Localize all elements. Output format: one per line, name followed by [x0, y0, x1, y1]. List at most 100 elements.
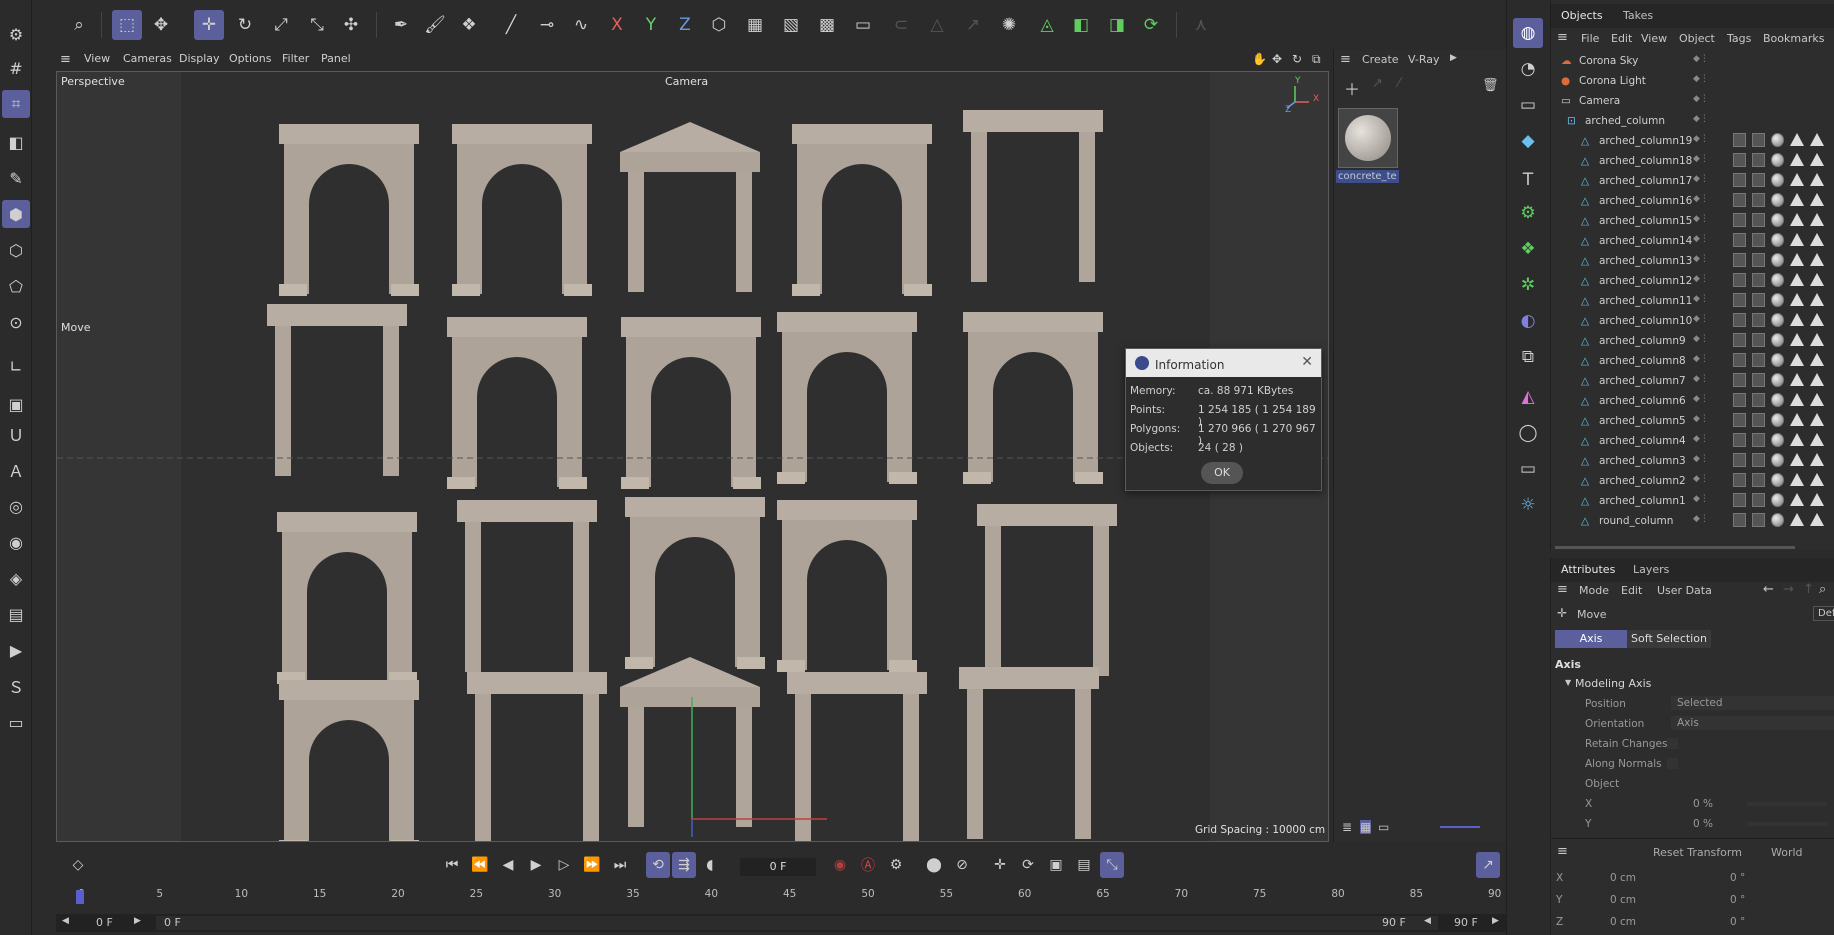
tag-icon[interactable] [1752, 313, 1765, 327]
material-name[interactable]: concrete_te [1336, 170, 1399, 183]
deformer-icon[interactable]: ⚙ [1513, 198, 1543, 228]
visibility-dots-icon[interactable]: ◆⋮ [1693, 54, 1709, 64]
tag-icon[interactable] [1810, 353, 1824, 366]
graph-icon[interactable]: ↗ [1476, 852, 1500, 878]
autokey-icon[interactable]: Ⓐ [856, 852, 880, 878]
target-icon[interactable]: ◉ [2, 528, 30, 556]
tag-icon[interactable] [1790, 213, 1804, 226]
tag-icon[interactable] [1790, 153, 1804, 166]
menu-filter[interactable]: Filter [282, 52, 309, 65]
tag-icon[interactable] [1790, 133, 1804, 146]
brush-icon[interactable]: 🖌 [420, 10, 450, 40]
null-icon[interactable]: ⧉ [1513, 342, 1543, 372]
cube2-icon[interactable]: ◨ [1102, 10, 1132, 40]
key-scale-icon[interactable]: ✛ [988, 852, 1012, 878]
object-row[interactable]: △ arched_column9 ◆⋮ [1551, 332, 1834, 352]
tag-icon[interactable] [1752, 373, 1765, 387]
visibility-dots-icon[interactable]: ◆⋮ [1693, 134, 1709, 144]
arrow-icon[interactable]: ↗ [958, 10, 988, 40]
object-name[interactable]: arched_column1 [1599, 495, 1686, 507]
tag-icon[interactable] [1733, 493, 1746, 507]
menu-view[interactable]: View [1641, 32, 1667, 45]
pan-icon[interactable]: ✥ [1272, 52, 1282, 66]
menu-view[interactable]: View [84, 52, 110, 65]
tag-icon[interactable] [1733, 253, 1746, 267]
coord-rot[interactable]: 0 ° [1730, 872, 1745, 884]
visibility-dots-icon[interactable]: ◆⋮ [1693, 254, 1709, 264]
s-logo-icon[interactable]: Ｓ [2, 672, 30, 700]
coord-pos[interactable]: 0 cm [1610, 872, 1636, 884]
person-icon[interactable]: ⋏ [1186, 10, 1216, 40]
object-row[interactable]: △ arched_column18 ◆⋮ [1551, 152, 1834, 172]
object-row[interactable]: ▭ Camera ◆⋮ [1551, 92, 1834, 112]
tag-icon[interactable] [1752, 133, 1765, 147]
visibility-dots-icon[interactable]: ◆⋮ [1693, 114, 1709, 124]
tag-icon[interactable] [1771, 373, 1784, 387]
object-row[interactable]: △ arched_column1 ◆⋮ [1551, 492, 1834, 512]
current-frame-field[interactable]: 0 F [740, 858, 816, 876]
sky-object-icon[interactable]: ◍ [1513, 18, 1543, 48]
x-axis-icon[interactable]: X [602, 10, 632, 40]
rotate-icon[interactable]: ↻ [230, 10, 260, 40]
tag-icon[interactable] [1790, 453, 1804, 466]
tag-icon[interactable] [1771, 153, 1784, 167]
tag-icon[interactable] [1810, 153, 1824, 166]
object-row[interactable]: △ arched_column13 ◆⋮ [1551, 252, 1834, 272]
menu-object[interactable]: Object [1679, 32, 1715, 45]
menu-panel[interactable]: Panel [321, 52, 351, 65]
object-name[interactable]: arched_column19 [1599, 135, 1692, 147]
menu-create[interactable]: Create [1362, 53, 1399, 66]
object-name[interactable]: arched_column9 [1599, 335, 1686, 347]
tag-icon[interactable] [1771, 213, 1784, 227]
object-row[interactable]: △ arched_column6 ◆⋮ [1551, 392, 1834, 412]
material-swatch[interactable] [1338, 108, 1398, 168]
coord-pos[interactable]: 0 cm [1610, 916, 1636, 928]
tag-icon[interactable] [1790, 493, 1804, 506]
tag-icon[interactable] [1790, 313, 1804, 326]
object-tags[interactable] [1733, 353, 1824, 367]
tag-icon[interactable] [1752, 393, 1765, 407]
object-tags[interactable] [1733, 153, 1824, 167]
object-name[interactable]: arched_column10 [1599, 315, 1692, 327]
lock-icon[interactable]: ⊂ [886, 10, 916, 40]
tag-icon[interactable] [1752, 233, 1765, 247]
polygon-mode-icon[interactable]: ◧ [2, 128, 30, 156]
autokey-mode-icon[interactable]: ⇶ [672, 852, 696, 878]
search-icon[interactable]: ⌕ [64, 10, 94, 40]
trash-icon[interactable]: 🗑 [1482, 78, 1499, 93]
hamburger-icon[interactable]: ≡ [60, 52, 71, 67]
points-mode-icon[interactable]: ⬡ [2, 236, 30, 264]
tag-icon[interactable] [1790, 473, 1804, 486]
tab-takes[interactable]: Takes [1623, 9, 1653, 22]
tag-icon[interactable] [1733, 153, 1746, 167]
model-mode-icon[interactable]: ⬢ [2, 200, 30, 228]
angle-icon[interactable]: ∟ [2, 352, 30, 380]
tag-icon[interactable] [1752, 473, 1765, 487]
object-name[interactable]: arched_column13 [1599, 255, 1692, 267]
object-row[interactable]: △ arched_column3 ◆⋮ [1551, 452, 1834, 472]
cube-icon[interactable]: ◧ [1066, 10, 1096, 40]
object-tags[interactable] [1733, 493, 1824, 507]
object-tags[interactable] [1733, 193, 1824, 207]
object-name[interactable]: arched_column [1585, 115, 1665, 127]
tag-icon[interactable] [1771, 133, 1784, 147]
menu-options[interactable]: Options [229, 52, 271, 65]
object-row[interactable]: ⊡ arched_column ◆⋮ [1551, 112, 1834, 132]
triangle-icon[interactable]: ◬ [1032, 10, 1062, 40]
object-name[interactable]: arched_column11 [1599, 295, 1692, 307]
prev-key-icon[interactable]: ⏪ [468, 852, 492, 878]
menu-mode[interactable]: Mode [1579, 584, 1609, 597]
object-row[interactable]: ☁ Corona Sky ◆⋮ [1551, 52, 1834, 72]
tag-icon[interactable] [1790, 233, 1804, 246]
tag-icon[interactable] [1752, 433, 1765, 447]
tag-icon[interactable] [1752, 293, 1765, 307]
tag-icon[interactable] [1733, 233, 1746, 247]
object-tags[interactable] [1733, 433, 1824, 447]
object-tags[interactable] [1733, 293, 1824, 307]
key-rot-icon[interactable]: ⊘ [950, 852, 974, 878]
coord-rot[interactable]: 0 ° [1730, 916, 1745, 928]
tag-icon[interactable] [1733, 453, 1746, 467]
gear-icon[interactable]: ⚙ [2, 20, 30, 48]
tag-icon[interactable] [1752, 253, 1765, 267]
tag-icon[interactable] [1771, 233, 1784, 247]
